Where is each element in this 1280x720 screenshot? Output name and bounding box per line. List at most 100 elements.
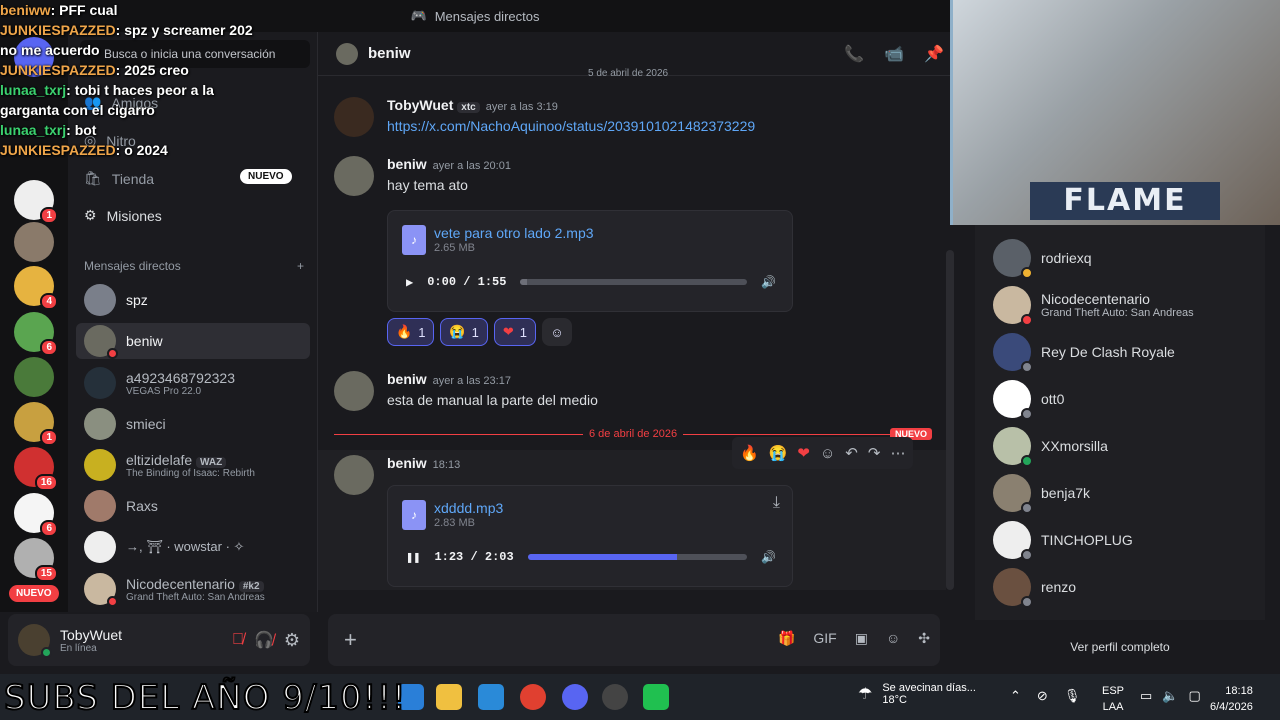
chrome-icon[interactable] xyxy=(520,684,546,710)
speaker-icon[interactable]: 🔈 xyxy=(1162,688,1178,704)
dm-item-wowstar[interactable]: →, ⛩ · wowstar · ✧ xyxy=(76,529,310,565)
server-icon[interactable]: 6 xyxy=(14,493,58,537)
message-composer[interactable]: + 🎁 GIF ▣ ☺ ✣ xyxy=(328,614,940,666)
audio-attachment: ♪ vete para otro lado 2.mp3 2.65 MB ▶ 0:… xyxy=(387,210,793,312)
avatar xyxy=(84,531,116,563)
new-servers-badge[interactable]: NUEVO xyxy=(9,585,59,602)
taskbar-app[interactable] xyxy=(602,684,628,710)
member-item[interactable]: benja7k xyxy=(993,474,1090,514)
chat-scrollbar[interactable] xyxy=(946,250,954,590)
emoji-icon[interactable]: ☺ xyxy=(886,630,900,647)
server-icon[interactable]: 1 xyxy=(14,402,58,446)
server-icon[interactable]: 1 xyxy=(14,180,58,224)
member-item[interactable]: Rey De Clash Royale xyxy=(993,333,1175,373)
author-avatar[interactable] xyxy=(334,371,374,411)
taskbar-app[interactable] xyxy=(478,684,504,710)
taskbar-app[interactable] xyxy=(643,684,669,710)
member-item[interactable]: TINCHOPLUG xyxy=(993,521,1133,561)
settings-gear-icon[interactable]: ⚙ xyxy=(284,630,300,651)
volume-icon[interactable]: 🔊 xyxy=(761,550,776,565)
sticker-icon[interactable]: ▣ xyxy=(855,630,868,647)
play-icon[interactable]: ▶ xyxy=(406,275,413,290)
user-panel: TobyWuet En línea 🎙̸ 🎧̸ ⚙ xyxy=(8,614,310,666)
mic-icon[interactable]: 🎙 xyxy=(1064,688,1081,704)
author-avatar[interactable] xyxy=(334,455,374,495)
taskbar-app[interactable] xyxy=(436,684,462,710)
member-item[interactable]: XXmorsilla xyxy=(993,427,1108,467)
stream-chat-overlay: beniww: PFF cual JUNKIESPAZZED: spz y sc… xyxy=(0,2,253,158)
reply-icon[interactable]: ↶ xyxy=(845,444,858,462)
nav-quests[interactable]: ⚙ Misiones xyxy=(84,207,162,224)
attach-plus-icon[interactable]: + xyxy=(344,627,357,653)
dm-item-a4923468792323[interactable]: a4923468792323 VEGAS Pro 22.0 xyxy=(76,365,310,401)
member-item[interactable]: Nicodecentenario Grand Theft Auto: San An… xyxy=(993,286,1194,326)
volume-icon[interactable]: 🔊 xyxy=(761,275,776,290)
clock[interactable]: 18:18 6/4/2026 xyxy=(1210,683,1253,715)
avatar xyxy=(993,239,1033,279)
apps-icon[interactable]: ✣ xyxy=(918,630,930,647)
server-icon[interactable]: 4 xyxy=(14,266,58,310)
server-icon[interactable]: 16 xyxy=(14,447,58,491)
audio-seek-bar[interactable] xyxy=(527,554,748,560)
server-icon[interactable]: 6 xyxy=(14,312,58,356)
language-indicator[interactable]: ESP LAA xyxy=(1102,683,1124,715)
message: TobyWuet xtc ayer a las 3:19 https://x.co… xyxy=(334,97,934,137)
audio-seek-bar[interactable] xyxy=(520,279,748,285)
dm-item-nicodecentenario[interactable]: Nicodecentenario #k2 Grand Theft Auto: Sa… xyxy=(76,571,310,607)
tray-icons: ▭ 🔈 ▢ xyxy=(1140,688,1201,704)
dm-item-smieci[interactable]: smieci xyxy=(76,406,310,442)
server-icon[interactable]: 15 xyxy=(14,538,58,582)
reaction-cry[interactable]: 😭 1 xyxy=(440,318,488,346)
member-item[interactable]: renzo xyxy=(993,568,1076,608)
message-link[interactable]: https://x.com/NachoAquinoo/status/203910… xyxy=(387,118,755,134)
discord-taskbar-icon[interactable] xyxy=(562,684,588,710)
mute-icon[interactable]: 🎙̸ xyxy=(232,631,244,649)
quick-react-cry[interactable]: 😭 xyxy=(769,444,788,462)
dm-item-eltizidelafe[interactable]: eltizidelafe WAZ The Binding of Isaac: Re… xyxy=(76,447,310,483)
pin-icon[interactable]: 📌 xyxy=(924,44,944,64)
user-avatar[interactable] xyxy=(18,624,52,658)
add-reaction-icon[interactable]: ☺ xyxy=(820,445,835,462)
gift-icon[interactable]: 🎁 xyxy=(778,630,795,647)
forward-icon[interactable]: ↷ xyxy=(868,444,881,462)
gif-icon[interactable]: GIF xyxy=(813,630,836,647)
dm-item-spz[interactable]: spz xyxy=(76,282,310,318)
reaction-heart[interactable]: ❤ 1 xyxy=(493,318,536,346)
notifications-icon[interactable]: ▢ xyxy=(1188,688,1200,704)
add-dm-icon[interactable]: + xyxy=(297,259,304,273)
avatar xyxy=(84,284,116,316)
member-item[interactable]: ott0 xyxy=(993,380,1064,420)
quick-react-fire[interactable]: 🔥 xyxy=(740,444,759,462)
pause-icon[interactable]: ❚❚ xyxy=(406,550,420,565)
quick-react-heart[interactable]: ❤ xyxy=(797,444,810,462)
shop-icon: 🛍 xyxy=(84,170,102,186)
nav-shop[interactable]: 🛍 Tienda xyxy=(84,170,154,187)
dm-item-beniw[interactable]: beniw xyxy=(76,323,310,359)
guild-tag: WAZ xyxy=(196,456,227,468)
guild-tag: #k2 xyxy=(238,580,264,592)
reaction-fire[interactable]: 🔥 1 xyxy=(387,318,435,346)
download-icon[interactable]: ⤓ xyxy=(773,494,780,512)
reactions: 🔥 1 😭 1 ❤ 1 ☺ xyxy=(387,318,572,346)
member-panel xyxy=(975,225,1265,620)
weather-widget[interactable]: ☂ Se avecinan días... 18°C xyxy=(858,682,976,706)
more-icon[interactable]: ⋯ xyxy=(890,444,905,462)
author-avatar[interactable] xyxy=(334,97,374,137)
author-avatar[interactable] xyxy=(334,156,374,196)
server-icon[interactable] xyxy=(14,357,54,397)
dm-item-raxs[interactable]: Raxs xyxy=(76,488,310,524)
audio-file-icon: ♪ xyxy=(402,500,426,530)
server-icon[interactable] xyxy=(14,222,54,262)
network-icon[interactable]: ⊘ xyxy=(1037,688,1048,704)
add-reaction-icon[interactable]: ☺ xyxy=(541,318,572,346)
view-full-profile-link[interactable]: Ver perfil completo xyxy=(975,640,1265,654)
stream-banner: FLAME xyxy=(1030,182,1220,220)
avatar xyxy=(84,367,116,399)
chevron-up-icon[interactable]: ⌃ xyxy=(1010,688,1021,704)
member-item[interactable]: rodriexq xyxy=(993,239,1092,279)
display-icon[interactable]: ▭ xyxy=(1140,688,1152,704)
stream-subs-text: SUBS DEL AÑO 9/10!!! xyxy=(3,677,407,719)
deafen-icon[interactable]: 🎧̸ xyxy=(254,630,274,650)
video-icon[interactable]: 📹 xyxy=(884,44,904,64)
call-icon[interactable]: 📞 xyxy=(844,44,864,64)
